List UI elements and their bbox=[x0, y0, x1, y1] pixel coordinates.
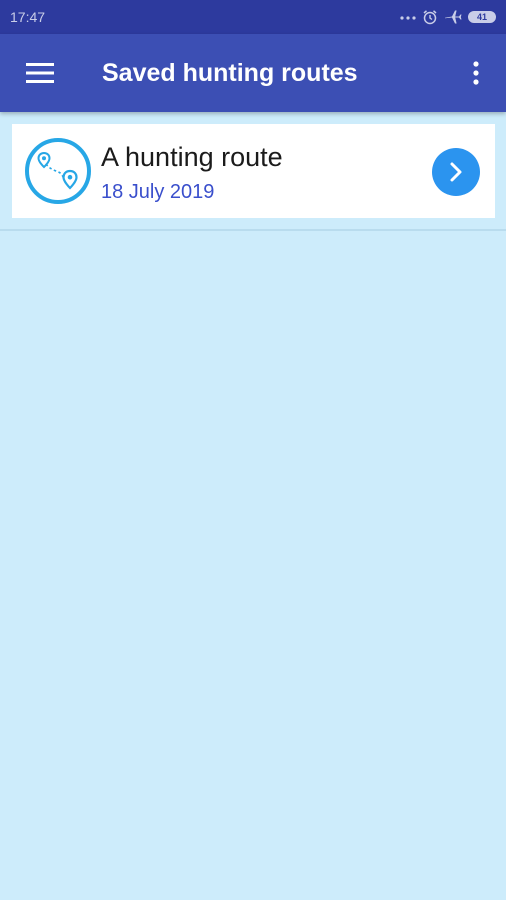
airplane-mode-icon bbox=[445, 10, 462, 24]
alarm-icon bbox=[423, 10, 437, 25]
overflow-menu-button[interactable] bbox=[446, 34, 506, 112]
route-list-item[interactable]: A hunting route 18 July 2019 bbox=[12, 124, 495, 218]
battery-level: 41 bbox=[476, 12, 487, 22]
status-icons: 41 bbox=[400, 9, 496, 25]
status-bar: 17:47 41 bbox=[0, 0, 506, 34]
status-time: 17:47 bbox=[10, 9, 46, 25]
more-dots-icon bbox=[400, 16, 416, 20]
more-vert-icon bbox=[473, 61, 479, 85]
app-bar: Saved hunting routes bbox=[0, 34, 506, 112]
route-date: 18 July 2019 bbox=[101, 181, 215, 203]
menu-button[interactable] bbox=[0, 34, 80, 112]
battery-icon: 41 bbox=[468, 11, 496, 23]
hamburger-menu-icon bbox=[26, 63, 54, 83]
route-map-pins-icon bbox=[25, 138, 91, 204]
page-title: Saved hunting routes bbox=[102, 58, 358, 87]
open-route-button[interactable] bbox=[432, 148, 480, 196]
route-name: A hunting route bbox=[101, 142, 283, 172]
list-divider bbox=[0, 229, 506, 231]
chevron-right-icon bbox=[450, 162, 462, 182]
